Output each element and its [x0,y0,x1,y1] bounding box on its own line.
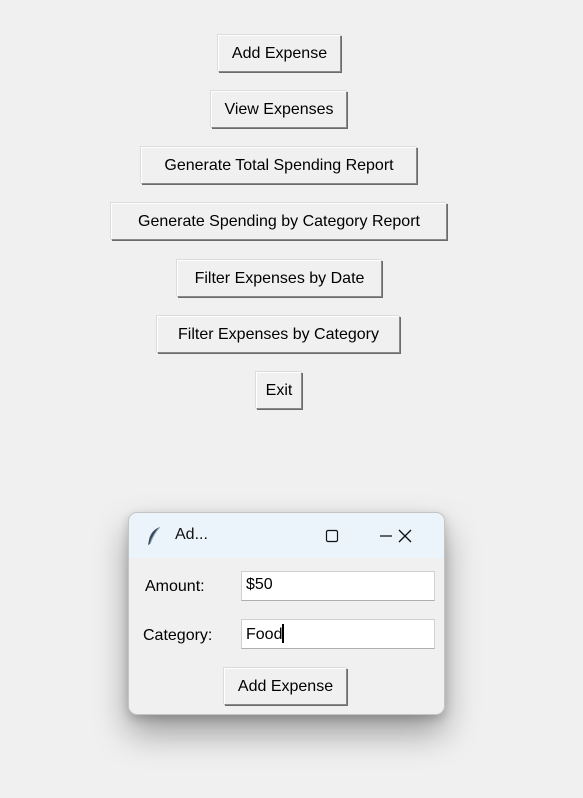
view-expenses-button[interactable]: View Expenses [211,91,347,128]
filter-expenses-by-date-button[interactable]: Filter Expenses by Date [177,260,382,297]
text-cursor [282,624,285,643]
amount-value: $50 [246,576,273,593]
dialog-titlebar[interactable]: Ad... [129,513,444,558]
add-expense-dialog: Ad... Amount: $50 Category: Food Add Exp… [128,512,445,715]
generate-total-spending-report-button[interactable]: Generate Total Spending Report [141,147,417,184]
add-expense-submit-button[interactable]: Add Expense [224,668,347,705]
filter-expenses-by-category-button[interactable]: Filter Expenses by Category [157,316,400,353]
generate-spending-by-category-report-button[interactable]: Generate Spending by Category Report [111,203,447,240]
amount-field[interactable]: $50 [241,571,435,601]
category-label: Category: [143,627,213,644]
close-icon[interactable] [388,521,422,551]
add-expense-button[interactable]: Add Expense [218,35,341,72]
tk-feather-icon [145,526,163,546]
dialog-title: Ad... [175,526,208,543]
maximize-icon[interactable] [315,521,349,551]
amount-label: Amount: [145,578,205,595]
exit-button[interactable]: Exit [256,372,302,409]
category-value: Food [246,626,283,643]
category-field[interactable]: Food [241,619,435,649]
